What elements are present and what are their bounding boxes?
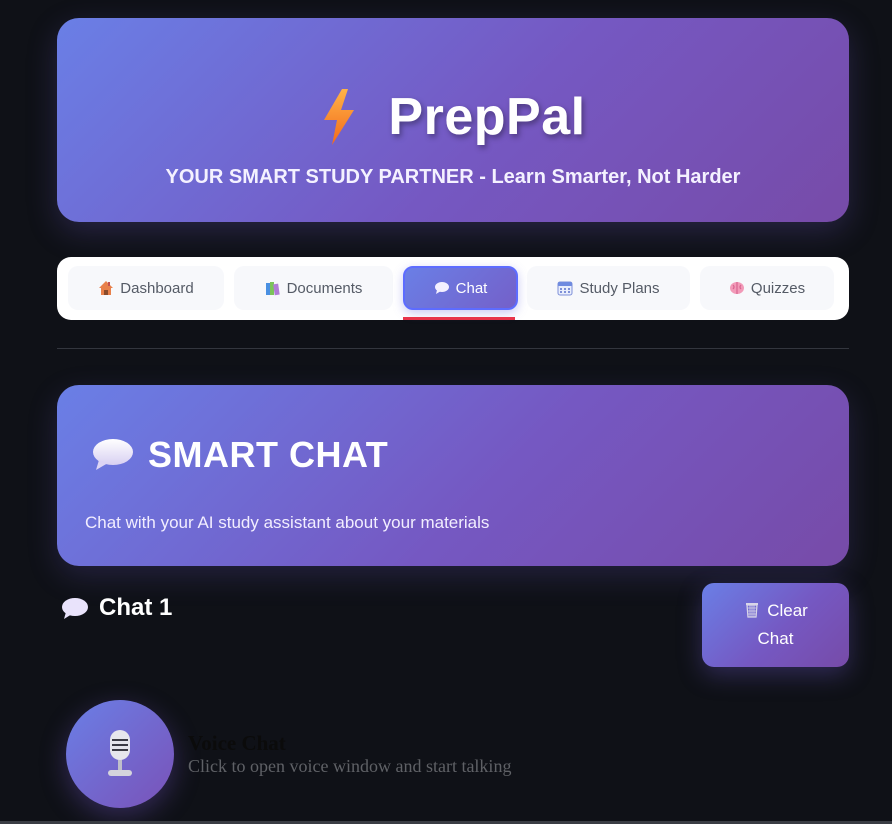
tab-chat[interactable]: Chat [403, 266, 518, 310]
tab-study-plans[interactable]: Study Plans [527, 266, 690, 310]
tab-quizzes[interactable]: Quizzes [700, 266, 834, 310]
chat-name: Chat 1 [99, 594, 173, 621]
clear-chat-label: Clear Chat [743, 597, 808, 653]
tab-label: Chat [455, 279, 488, 297]
brain-icon [729, 282, 744, 294]
voice-chat-button[interactable] [66, 700, 174, 808]
app-header-banner: PrepPal YOUR SMART STUDY PARTNER - Learn… [57, 18, 849, 222]
app-subtitle: YOUR SMART STUDY PARTNER - Learn Smarter… [165, 166, 741, 188]
voice-chat-subtitle: Click to open voice window and start tal… [188, 756, 512, 776]
wastebasket-icon [746, 603, 759, 618]
tab-label: Study Plans [579, 279, 660, 297]
microphone-icon [108, 730, 132, 776]
tab-label: Documents [286, 279, 363, 297]
tab-documents[interactable]: Documents [234, 266, 393, 310]
house-icon [99, 281, 114, 295]
app-title-row: PrepPal [57, 80, 849, 154]
speech-bubble-icon [434, 282, 449, 294]
section-divider [57, 348, 849, 349]
tab-label: Dashboard [120, 279, 194, 297]
active-tab-indicator [403, 317, 515, 320]
tab-label: Quizzes [750, 279, 806, 297]
main-tab-bar: Dashboard Documents Chat Study Plans Qui… [57, 257, 849, 320]
books-icon [265, 282, 280, 296]
lightning-bolt-icon [324, 89, 355, 145]
smart-chat-subtitle: Chat with your AI study assistant about … [85, 513, 490, 532]
clear-chat-button[interactable]: Clear Chat [702, 583, 849, 667]
app-title: PrepPal [388, 88, 586, 146]
calendar-icon [557, 281, 573, 296]
tab-dashboard[interactable]: Dashboard [68, 266, 224, 310]
speech-bubble-icon [62, 598, 88, 619]
voice-chat-title: Voice Chat [188, 731, 286, 755]
smart-chat-title: SMART CHAT [148, 434, 389, 475]
speech-bubble-icon [93, 439, 133, 470]
